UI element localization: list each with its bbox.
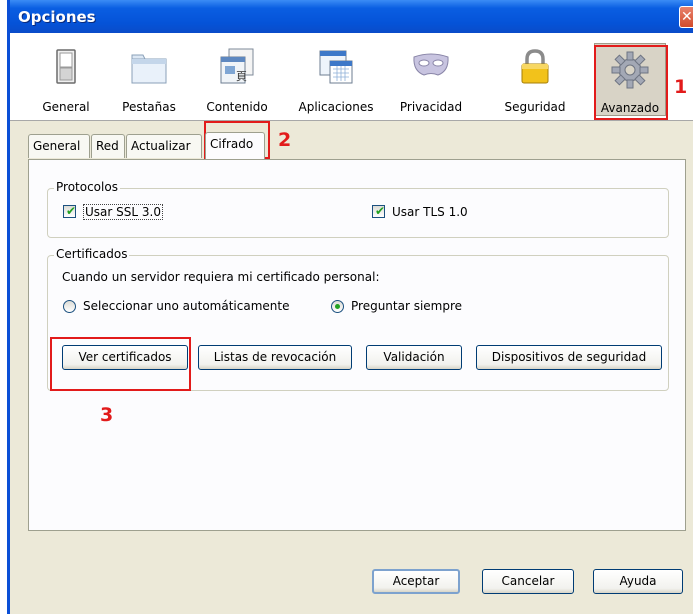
pane-general[interactable]: General: [36, 41, 96, 116]
ayuda-button[interactable]: Ayuda: [593, 569, 683, 594]
protocolos-title: Protocolos: [54, 180, 120, 194]
pane-contenido-label: Contenido: [206, 100, 268, 114]
window-title: Opciones: [18, 8, 96, 26]
annotation-number-1: 1: [674, 76, 688, 98]
svg-text:頁: 頁: [236, 70, 247, 83]
tabs-icon: [131, 54, 167, 84]
radio-selected-dot: [335, 304, 340, 309]
pane-privacidad-label: Privacidad: [399, 100, 463, 114]
preferences-toolbar: General Pestañas 頁 Contenido Aplicacione…: [10, 33, 693, 121]
applications-icon: [319, 50, 353, 84]
validacion-button[interactable]: Validación: [366, 345, 462, 370]
pane-aplicaciones[interactable]: Aplicaciones: [290, 41, 382, 116]
certificados-title: Certificados: [54, 247, 130, 261]
content-icon: 頁: [220, 48, 254, 84]
listas-revocacion-button[interactable]: Listas de revocación: [198, 345, 352, 370]
dispositivos-seguridad-button[interactable]: Dispositivos de seguridad: [476, 345, 662, 370]
pane-general-label: General: [42, 100, 90, 114]
ssl-label[interactable]: Usar SSL 3.0: [83, 204, 163, 220]
pane-privacidad[interactable]: Privacidad: [398, 41, 464, 116]
pane-seguridad[interactable]: Seguridad: [500, 41, 570, 116]
certificate-prompt: Cuando un servidor requiera mi certifica…: [62, 270, 380, 284]
radio-auto[interactable]: [63, 300, 76, 313]
pane-aplicaciones-label: Aplicaciones: [298, 100, 374, 114]
pane-seguridad-label: Seguridad: [504, 100, 566, 114]
pane-pestanas-label: Pestañas: [122, 100, 176, 114]
tab-red[interactable]: Red: [91, 134, 125, 158]
radio-ask[interactable]: [331, 300, 344, 313]
options-dialog: Opciones ✕ General Pestañas 頁 Contenido …: [7, 0, 693, 614]
tab-cifrado[interactable]: Cifrado: [205, 132, 265, 159]
protocolos-group: Protocolos ✔ Usar SSL 3.0 ✔ Usar TLS 1.0: [47, 180, 669, 238]
close-button[interactable]: ✕: [679, 6, 693, 28]
lock-icon: [521, 49, 549, 84]
check-icon: ✔: [375, 204, 386, 218]
pane-contenido[interactable]: 頁 Contenido: [202, 41, 272, 116]
check-icon: ✔: [66, 204, 77, 218]
title-bar[interactable]: Opciones ✕: [10, 0, 693, 33]
annotation-box-1: [594, 45, 668, 120]
ssl-checkbox[interactable]: ✔: [63, 204, 77, 218]
tab-general[interactable]: General: [28, 134, 90, 158]
tls-label[interactable]: Usar TLS 1.0: [392, 205, 468, 219]
annotation-number-2: 2: [278, 129, 292, 151]
annotation-box-3: [50, 337, 191, 391]
tab-actualizar[interactable]: Actualizar: [126, 134, 202, 158]
cancelar-button[interactable]: Cancelar: [482, 569, 574, 594]
radio-ask-label[interactable]: Preguntar siempre: [351, 299, 462, 313]
aceptar-button[interactable]: Aceptar: [372, 569, 460, 594]
pane-pestanas[interactable]: Pestañas: [116, 41, 182, 116]
annotation-number-3: 3: [100, 404, 114, 426]
radio-auto-label[interactable]: Seleccionar uno automáticamente: [83, 299, 289, 313]
switch-icon: [56, 49, 76, 84]
tls-checkbox[interactable]: ✔: [372, 204, 386, 218]
mask-icon: [413, 53, 449, 76]
